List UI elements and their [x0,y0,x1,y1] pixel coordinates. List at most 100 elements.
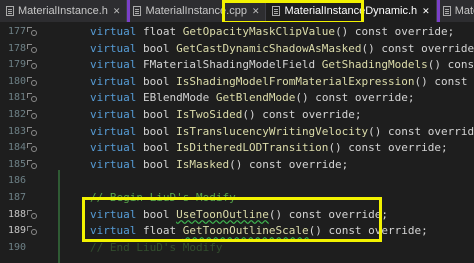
close-icon[interactable]: ✕ [113,6,121,17]
code-line: virtual bool GetCastDynamicShadowAsMaske… [90,41,474,57]
code-function-name: UseToonOutline [176,207,269,221]
code-rest: () const override; [308,224,428,238]
code-keyword: virtual [90,224,137,238]
code-keyword: virtual [90,141,137,155]
code-rest: () const override; [427,58,474,72]
code-rest: () const override; [361,41,474,55]
code-rest: () const override; [295,91,415,105]
tab-materialinstance-cpp[interactable]: MaterialInstance.cpp ✕ [127,0,267,22]
code-type: bool [142,141,170,155]
breakpoint-marker-icon[interactable] [27,143,37,153]
code-type: bool [142,74,170,88]
code-type: FMaterialShadingModelField [142,58,316,72]
code-keyword: virtual [90,124,137,138]
code-line: virtual bool IsShadingModelFromMaterialE… [90,74,474,90]
code-line: virtual FMaterialShadingModelField GetSh… [90,57,474,73]
code-type: bool [142,157,170,171]
line-number: 180 [7,75,26,87]
tab-label: MaterialEditorInstanceCo [454,5,474,17]
breakpoint-marker-icon[interactable] [27,43,37,53]
code-type: float [142,25,177,38]
code-type: bool [142,207,170,221]
code-comment: // Begin LiuD's Modify [90,191,236,204]
tab-materialeditorinstanceconstant[interactable]: MaterialEditorInstanceCo [436,0,474,22]
line-number: 177 [7,26,26,37]
code-function-name: GetOpacityMaskClipValue [182,25,336,38]
line-number: 185 [7,158,26,170]
code-rest: () const override; [414,74,468,88]
tab-materialinstancedynamic-h[interactable]: MaterialInstanceDynamic.h ✕ [266,0,437,22]
code-function-name: IsMasked [176,157,230,171]
code-keyword: virtual [90,91,137,105]
tab-label: MaterialInstance.h [18,5,108,17]
code-function-name: IsTranslucencyWritingVelocity [176,124,369,138]
line-number: 184 [7,142,26,154]
close-icon[interactable]: ✕ [422,6,430,17]
code-type: bool [142,108,170,121]
code-line: // Begin LiuD's Modify [90,190,236,206]
code-rest: () const override; [229,157,349,171]
code-line: virtual float GetToonOutlineScale() cons… [90,223,428,239]
tab-label: MaterialInstanceDynamic.h [284,5,418,17]
code-function-name: GetBlendMode [215,91,296,105]
code-line: virtual bool IsMasked() const override; [90,157,348,173]
breakpoint-marker-icon[interactable] [27,110,37,119]
close-icon[interactable]: ✕ [252,6,260,17]
breakpoint-marker-icon[interactable] [27,93,37,103]
code-type: float [142,224,177,238]
line-number: 190 [7,241,26,253]
code-line: // End LiuD's Modify [90,240,222,256]
line-number: 189 [7,225,26,237]
line-number: 182 [7,109,26,120]
code-line: virtual bool IsDitheredLODTransition() c… [90,140,448,156]
breakpoint-marker-icon[interactable] [27,226,37,236]
file-icon [272,6,281,16]
breakpoint-marker-icon[interactable] [27,159,37,169]
code-keyword: virtual [90,108,137,121]
code-function-name: GetToonOutlineScale [182,224,309,238]
line-number: 178 [7,42,26,54]
code-rest: () const override; [335,25,455,38]
file-icon [442,6,451,16]
code-keyword: virtual [90,25,137,38]
line-number: 183 [7,125,26,137]
code-rest: () const override; [328,141,448,155]
line-number: 186 [7,175,26,187]
breakpoint-marker-icon[interactable] [27,209,37,219]
line-number: 179 [7,59,26,71]
code-keyword: virtual [90,207,137,221]
breakpoint-marker-icon[interactable] [27,60,37,70]
breakpoint-marker-icon[interactable] [27,27,37,36]
line-number: 188 [7,208,26,220]
code-function-name: IsShadingModelFromMaterialExpression [176,74,415,88]
code-keyword: virtual [90,41,137,55]
code-keyword: virtual [90,58,137,72]
code-type: EBlendMode [142,91,210,105]
editor-tab-bar: MaterialInstance.h ✕ MaterialInstance.cp… [0,0,474,23]
tab-materialinstance-h[interactable]: MaterialInstance.h ✕ [0,0,128,22]
file-icon [6,6,14,16]
code-keyword: virtual [90,157,137,171]
code-comment: // End LiuD's Modify [90,240,223,254]
code-line: virtual bool IsTranslucencyWritingVeloci… [90,124,474,140]
code-rest: () const override; [268,207,389,221]
breakpoint-marker-icon[interactable] [27,76,37,86]
file-icon [133,6,142,16]
code-editor[interactable]: virtual float GetOpacityMaskClipValue() … [60,22,474,263]
code-line: virtual float GetOpacityMaskClipValue() … [90,24,454,40]
code-type: bool [142,41,170,55]
code-rest: () const override; [368,124,474,138]
code-function-name: GetCastDynamicShadowAsMasked [176,41,362,55]
code-function-name: GetShadingModels [321,58,428,72]
tab-label: MaterialInstance.cpp [145,5,247,17]
code-line: virtual bool UseToonOutline() const over… [90,207,388,223]
breakpoint-marker-icon[interactable] [27,126,37,136]
code-rest: () const override; [242,108,362,121]
code-line: virtual bool IsTwoSided() const override… [90,107,362,123]
code-function-name: IsTwoSided [176,108,243,121]
code-function-name: IsDitheredLODTransition [176,141,329,155]
line-number-gutter: 177 178 179 180 181 182 183 184 185 186 187 188 189 1… [0,22,60,263]
code-line: virtual EBlendMode GetBlendMode() const … [90,90,415,106]
code-type: bool [142,124,170,138]
line-number: 187 [7,192,26,203]
